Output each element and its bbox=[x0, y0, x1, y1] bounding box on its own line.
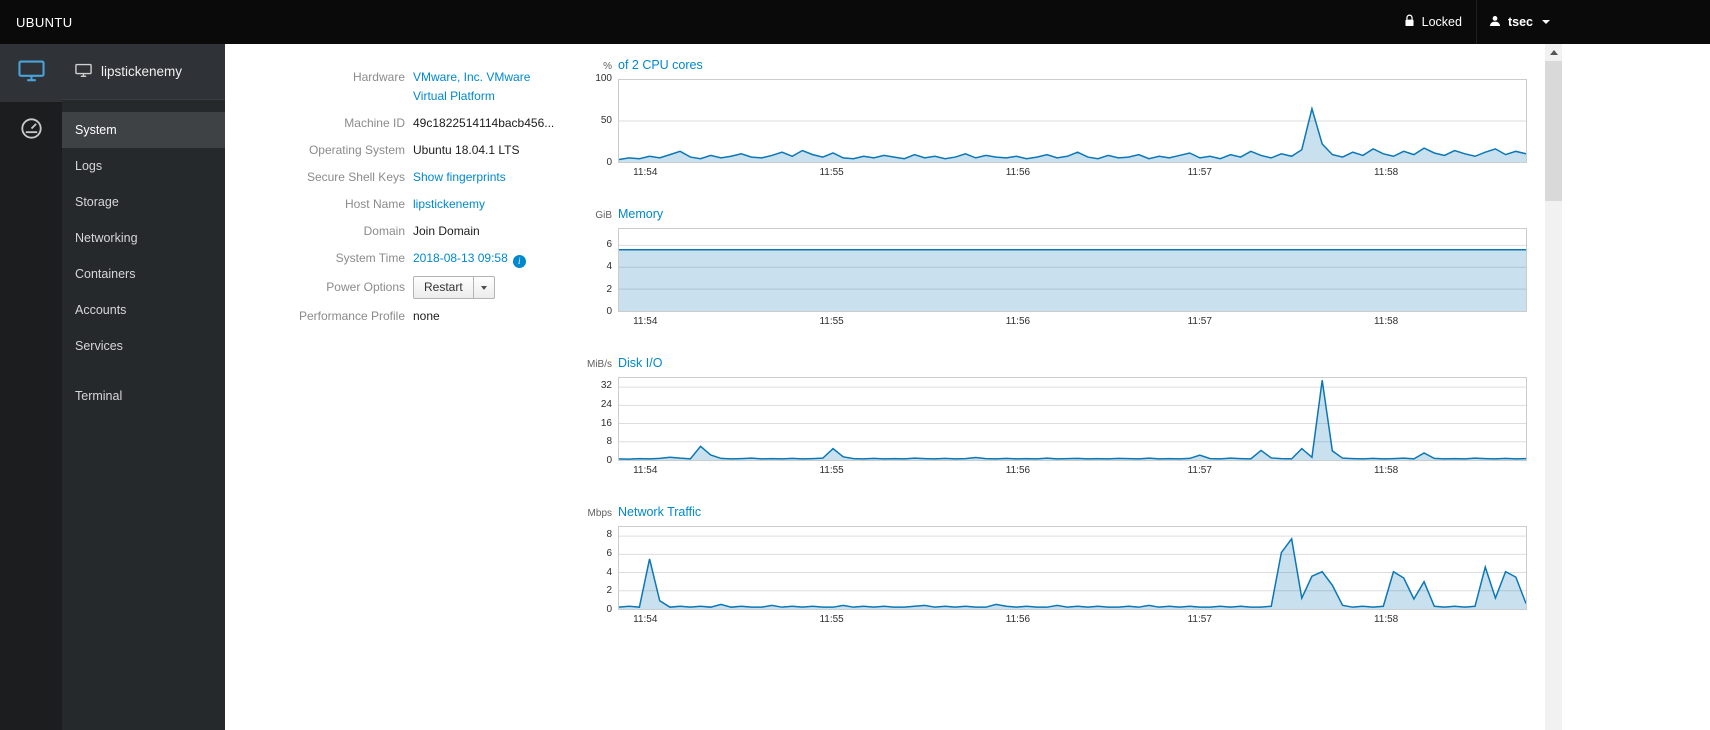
network-x-axis-labels: 11:54 11:55 11:56 11:57 11:58 bbox=[633, 614, 1399, 625]
operating-system-value: Ubuntu 18.04.1 LTS bbox=[413, 143, 520, 157]
cpu-usage-chart: % of 2 CPU cores 0 50 100 11:54 11:55 11:56 1… bbox=[570, 58, 1527, 181]
network-chart-title-link[interactable]: Network Traffic bbox=[618, 505, 701, 519]
locked-label: Locked bbox=[1421, 15, 1462, 29]
arrow-up-icon bbox=[1549, 50, 1558, 55]
charts-panel: % of 2 CPU cores 0 50 100 11:54 11:55 11:56 1… bbox=[570, 44, 1545, 730]
sidebar-item-accounts[interactable]: Accounts bbox=[62, 292, 225, 328]
host-icon bbox=[75, 63, 92, 81]
disk-chart-title-link[interactable]: Disk I/O bbox=[618, 356, 662, 370]
sidebar-item-storage[interactable]: Storage bbox=[62, 184, 225, 220]
gauge-icon bbox=[20, 117, 43, 145]
power-dropdown-toggle[interactable] bbox=[473, 276, 495, 299]
operating-system-label: Operating System bbox=[308, 143, 405, 157]
network-unit-label: Mbps bbox=[587, 508, 612, 519]
chevron-down-icon bbox=[1542, 20, 1550, 24]
top-navbar: UBUNTU Locked tsec bbox=[0, 0, 1710, 44]
host-machine-button[interactable] bbox=[0, 44, 62, 102]
vertical-scrollbar[interactable] bbox=[1545, 44, 1562, 730]
domain-label: Domain bbox=[363, 224, 405, 238]
system-time-label: System Time bbox=[335, 251, 405, 265]
host-name-label: lipstickenemy bbox=[101, 64, 183, 79]
hardware-row: Hardware VMware, Inc. VMware Virtual Pla… bbox=[285, 68, 570, 106]
network-traffic-chart: Mbps Network Traffic 02468 11:54 11:55 11:… bbox=[570, 505, 1527, 628]
dashboard-button[interactable] bbox=[0, 102, 62, 160]
system-info-panel: Hardware VMware, Inc. VMware Virtual Pla… bbox=[225, 44, 570, 730]
disk-plot-area bbox=[618, 377, 1527, 461]
memory-chart-title-link[interactable]: Memory bbox=[618, 207, 663, 221]
performance-profile-value: none bbox=[413, 309, 440, 323]
power-options-label: Power Options bbox=[326, 280, 405, 294]
lock-icon bbox=[1404, 14, 1415, 30]
hardware-link[interactable]: VMware, Inc. VMware Virtual Platform bbox=[413, 70, 530, 103]
memory-y-axis-labels: 0246 bbox=[606, 238, 612, 317]
topbar-right-controls: Locked tsec bbox=[1390, 0, 1562, 44]
sidebar-item-logs[interactable]: Logs bbox=[62, 148, 225, 184]
power-split-button: Restart bbox=[413, 276, 495, 299]
sidebar-item-system[interactable]: System bbox=[62, 112, 225, 148]
cpu-y-axis-labels: 0 50 100 bbox=[595, 73, 612, 168]
scroll-up-button[interactable] bbox=[1545, 44, 1562, 61]
performance-profile-row: Performance Profile none bbox=[285, 307, 570, 326]
network-plot-area bbox=[618, 526, 1527, 610]
locked-button[interactable]: Locked bbox=[1390, 0, 1476, 44]
disk-y-axis-labels: 0 8 16 24 32 bbox=[600, 380, 612, 466]
hardware-label: Hardware bbox=[352, 70, 405, 84]
restart-button[interactable]: Restart bbox=[413, 276, 474, 299]
brand-label: UBUNTU bbox=[16, 14, 73, 30]
machine-id-row: Machine ID 49c1822514114bacb456... bbox=[285, 114, 570, 133]
cpu-plot-area bbox=[618, 79, 1527, 163]
user-menu-button[interactable]: tsec bbox=[1475, 0, 1562, 44]
performance-profile-label: Performance Profile bbox=[298, 309, 405, 323]
show-fingerprints-link[interactable]: Show fingerprints bbox=[413, 170, 506, 184]
machines-icon-strip bbox=[0, 44, 62, 730]
machine-id-label: Machine ID bbox=[344, 116, 405, 130]
sidebar-item-networking[interactable]: Networking bbox=[62, 220, 225, 256]
system-time-row: System Time 2018-08-13 09:58 i bbox=[285, 249, 570, 268]
memory-unit-label: GiB bbox=[595, 210, 612, 221]
sidebar: lipstickenemy System Logs Storage Networ… bbox=[62, 44, 225, 730]
sidebar-menu: System Logs Storage Networking Container… bbox=[62, 100, 225, 414]
power-options-row: Power Options Restart bbox=[285, 276, 570, 299]
user-icon bbox=[1489, 15, 1501, 30]
cpu-chart-title-link[interactable]: of 2 CPU cores bbox=[618, 58, 703, 72]
cpu-unit-label: % bbox=[603, 61, 612, 72]
join-domain-action[interactable]: Join Domain bbox=[413, 222, 480, 241]
server-monitor-icon bbox=[17, 59, 45, 88]
memory-x-axis-labels: 11:54 11:55 11:56 11:57 11:58 bbox=[633, 316, 1399, 327]
username-label: tsec bbox=[1507, 15, 1533, 29]
operating-system-row: Operating System Ubuntu 18.04.1 LTS bbox=[285, 141, 570, 160]
sidebar-item-services[interactable]: Services bbox=[62, 328, 225, 364]
sidebar-item-terminal[interactable]: Terminal bbox=[62, 378, 225, 414]
host-name-info-label: Host Name bbox=[344, 197, 405, 211]
edit-hostname-link[interactable]: lipstickenemy bbox=[413, 197, 485, 211]
system-time-link[interactable]: 2018-08-13 09:58 bbox=[413, 251, 508, 265]
memory-chart: GiB Memory 0246 11:54 11:55 11:56 11:57 11:5… bbox=[570, 207, 1527, 330]
host-name-row[interactable]: lipstickenemy bbox=[62, 44, 225, 100]
chevron-down-icon bbox=[480, 285, 487, 290]
disk-io-chart: MiB/s Disk I/O 0 8 16 24 32 11:54 11:55 11:56 1… bbox=[570, 356, 1527, 479]
disk-x-axis-labels: 11:54 11:55 11:56 11:57 11:58 bbox=[633, 465, 1399, 476]
host-name-info-row: Host Name lipstickenemy bbox=[285, 195, 570, 214]
memory-plot-area bbox=[618, 228, 1527, 312]
domain-row: Domain Join Domain bbox=[285, 222, 570, 241]
system-page: Hardware VMware, Inc. VMware Virtual Pla… bbox=[225, 44, 1545, 730]
sidebar-item-containers[interactable]: Containers bbox=[62, 256, 225, 292]
cpu-x-axis-labels: 11:54 11:55 11:56 11:57 11:58 bbox=[633, 167, 1399, 178]
info-icon[interactable]: i bbox=[512, 255, 526, 268]
ssh-keys-row: Secure Shell Keys Show fingerprints bbox=[285, 168, 570, 187]
scrollbar-thumb[interactable] bbox=[1545, 61, 1562, 201]
machine-id-value: 49c1822514114bacb456... bbox=[413, 116, 555, 130]
disk-unit-label: MiB/s bbox=[587, 359, 612, 370]
network-y-axis-labels: 02468 bbox=[606, 529, 612, 615]
ssh-keys-label: Secure Shell Keys bbox=[306, 170, 405, 184]
